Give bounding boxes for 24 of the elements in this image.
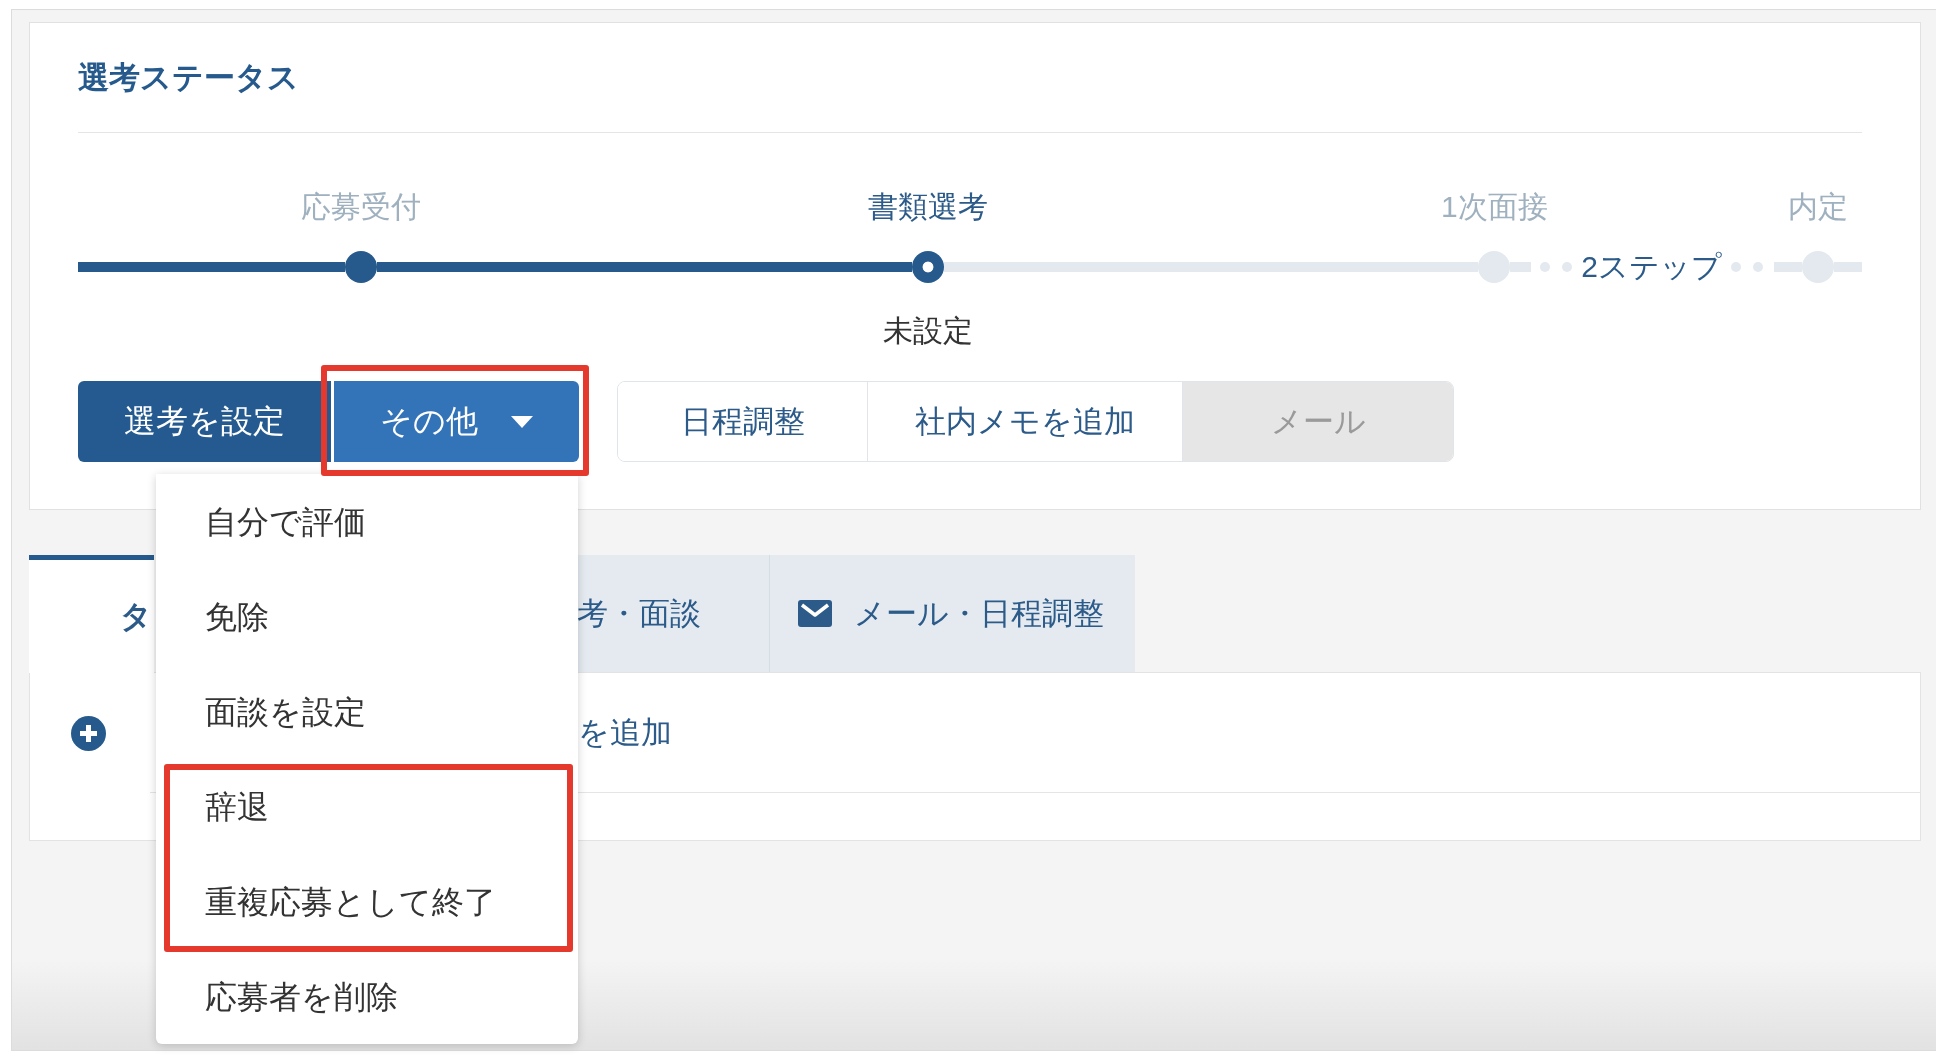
dots-icon [1540,262,1573,272]
section-title: 選考ステータス [78,59,300,97]
menu-item[interactable]: 面談を設定 [205,691,366,732]
step-label: 応募受付 [301,189,421,225]
caret-icon [511,415,533,428]
action-button[interactable]: 選考を設定 [78,381,331,462]
menu-item[interactable]: 重複応募として終了 [205,881,496,922]
dropdown-button[interactable]: その他 [334,381,579,462]
tab[interactable]: メール・日程調整 [769,555,1135,672]
envelope-icon [798,600,832,627]
add-link[interactable]: を追加 [578,711,672,754]
plus-circle-icon[interactable] [71,715,106,751]
step-label: 内定 [1788,189,1848,225]
menu-item[interactable]: 応募者を削除 [205,976,398,1017]
menu-item[interactable]: 免除 [205,596,269,637]
menu-item[interactable]: 自分で評価 [205,501,366,542]
menu-item[interactable]: 辞退 [205,786,269,827]
tab[interactable]: タ [29,555,154,673]
dots-icon [1731,262,1763,272]
step-label: 1次面接 [1440,189,1548,225]
step-status-label: 未設定 [882,313,973,349]
tab[interactable]: 考・面談 [577,555,769,672]
hidden-steps-label[interactable]: 2ステップ [1581,251,1722,283]
step-label: 書類選考 [867,189,988,225]
